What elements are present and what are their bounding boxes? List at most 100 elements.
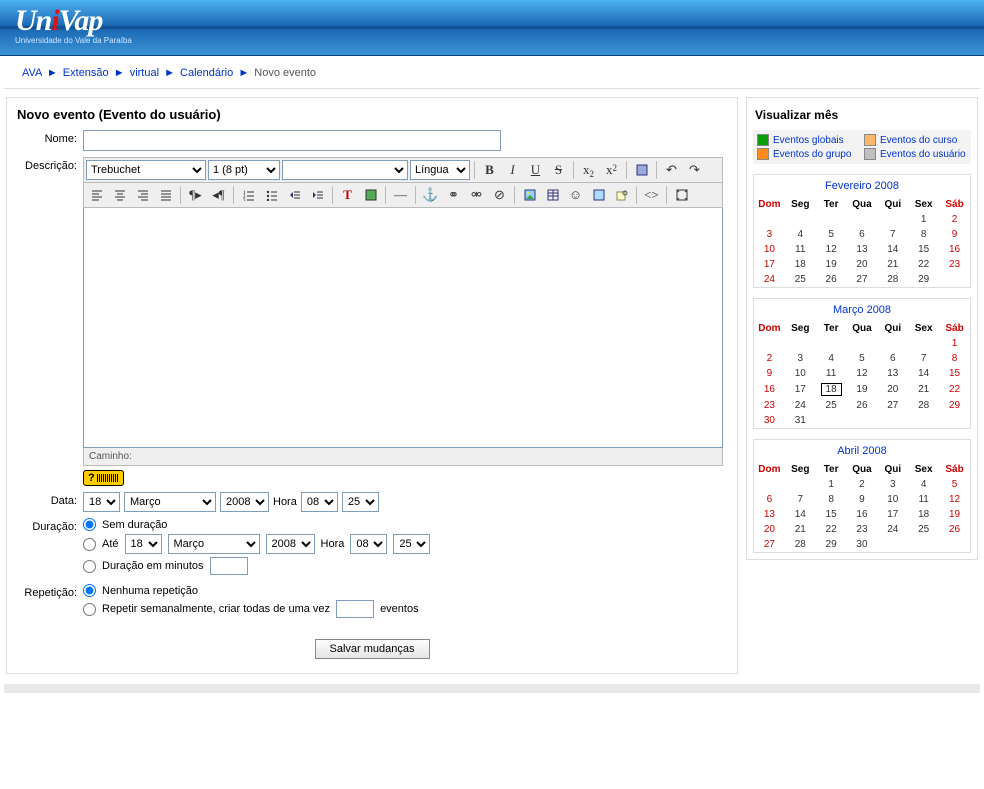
calendar-day[interactable]: 25: [816, 398, 847, 413]
calendar-day[interactable]: 20: [754, 522, 785, 537]
link-icon[interactable]: ⚭: [443, 185, 464, 205]
hr-icon[interactable]: ―: [390, 185, 411, 205]
calendar-day[interactable]: 26: [816, 272, 847, 287]
calendar-day[interactable]: 7: [785, 492, 816, 507]
fullscreen-icon[interactable]: [671, 185, 692, 205]
calendar-day[interactable]: 5: [939, 477, 970, 492]
calendar-day[interactable]: 24: [754, 272, 785, 287]
calendar-day[interactable]: 1: [816, 477, 847, 492]
calendar-day[interactable]: 28: [785, 537, 816, 552]
calendar-day[interactable]: 5: [816, 227, 847, 242]
calendar-day[interactable]: 19: [847, 381, 878, 398]
calendar-title-link[interactable]: Abril 2008: [837, 445, 887, 457]
calendar-day[interactable]: 26: [939, 522, 970, 537]
calendar-day[interactable]: 5: [847, 351, 878, 366]
rtl-icon[interactable]: ◂¶: [208, 185, 229, 205]
smiley-icon[interactable]: ☺: [565, 185, 586, 205]
editor-textarea[interactable]: [83, 208, 723, 448]
calendar-day[interactable]: 6: [877, 351, 908, 366]
end-year-select[interactable]: 2008: [266, 534, 315, 554]
unlink-icon[interactable]: ⚮: [466, 185, 487, 205]
calendar-day[interactable]: 2: [754, 351, 785, 366]
calendar-day[interactable]: 4: [816, 351, 847, 366]
calendar-day[interactable]: 1: [939, 336, 970, 351]
calendar-day[interactable]: 2: [847, 477, 878, 492]
calendar-day[interactable]: 9: [847, 492, 878, 507]
calendar-day[interactable]: 21: [908, 381, 939, 398]
breadcrumb-link[interactable]: Calendário: [180, 67, 233, 79]
month-select[interactable]: Março: [124, 492, 216, 512]
no-duration-radio[interactable]: [83, 518, 96, 531]
calendar-day[interactable]: 25: [908, 522, 939, 537]
no-repeat-radio[interactable]: [83, 584, 96, 597]
calendar-title-link[interactable]: Março 2008: [833, 304, 891, 316]
calendar-day[interactable]: 25: [785, 272, 816, 287]
breadcrumb-link[interactable]: Extensão: [63, 67, 109, 79]
ltr-icon[interactable]: ¶▸: [185, 185, 206, 205]
calendar-day[interactable]: 19: [939, 507, 970, 522]
calendar-day[interactable]: 10: [877, 492, 908, 507]
minutes-input[interactable]: [210, 557, 248, 575]
align-right-icon[interactable]: [132, 185, 153, 205]
calendar-day[interactable]: 14: [877, 242, 908, 257]
superscript-icon[interactable]: x2: [601, 160, 622, 180]
clean-icon[interactable]: [631, 160, 652, 180]
outdent-icon[interactable]: [284, 185, 305, 205]
align-left-icon[interactable]: [86, 185, 107, 205]
lang-select[interactable]: Língua: [410, 160, 470, 180]
repeat-count-input[interactable]: [336, 600, 374, 618]
calendar-day[interactable]: 27: [754, 537, 785, 552]
calendar-day[interactable]: 13: [877, 366, 908, 381]
calendar-day[interactable]: 11: [785, 242, 816, 257]
legend-course[interactable]: Eventos do curso: [864, 134, 967, 146]
underline-icon[interactable]: U: [525, 160, 546, 180]
calendar-day[interactable]: 24: [785, 398, 816, 413]
help-badge[interactable]: ?: [83, 470, 124, 486]
calendar-day[interactable]: 3: [785, 351, 816, 366]
nolink-icon[interactable]: ⊘: [489, 185, 510, 205]
calendar-day[interactable]: 7: [877, 227, 908, 242]
calendar-day[interactable]: 1: [908, 212, 939, 227]
align-justify-icon[interactable]: [155, 185, 176, 205]
indent-icon[interactable]: [307, 185, 328, 205]
calendar-day[interactable]: 27: [877, 398, 908, 413]
size-select[interactable]: 1 (8 pt): [208, 160, 280, 180]
legend-group[interactable]: Eventos do grupo: [757, 148, 860, 160]
font-color-icon[interactable]: T: [337, 185, 358, 205]
calendar-day[interactable]: 16: [754, 381, 785, 398]
calendar-day[interactable]: 2: [939, 212, 970, 227]
breadcrumb-link[interactable]: virtual: [130, 67, 159, 79]
calendar-day[interactable]: 8: [816, 492, 847, 507]
search-icon[interactable]: [611, 185, 632, 205]
calendar-day[interactable]: 29: [939, 398, 970, 413]
calendar-day[interactable]: 6: [847, 227, 878, 242]
calendar-day[interactable]: 6: [754, 492, 785, 507]
calendar-day[interactable]: 16: [847, 507, 878, 522]
minutes-radio[interactable]: [83, 560, 96, 573]
calendar-day[interactable]: 30: [847, 537, 878, 552]
font-select[interactable]: Trebuchet: [86, 160, 206, 180]
calendar-day[interactable]: 23: [847, 522, 878, 537]
weekly-repeat-radio[interactable]: [83, 603, 96, 616]
calendar-day[interactable]: 12: [939, 492, 970, 507]
undo-icon[interactable]: ↶: [661, 160, 682, 180]
calendar-day[interactable]: 21: [785, 522, 816, 537]
align-center-icon[interactable]: [109, 185, 130, 205]
redo-icon[interactable]: ↷: [684, 160, 705, 180]
breadcrumb-link[interactable]: AVA: [22, 67, 42, 79]
table-icon[interactable]: [542, 185, 563, 205]
calendar-day[interactable]: 14: [908, 366, 939, 381]
hour-select[interactable]: 08: [301, 492, 338, 512]
legend-user[interactable]: Eventos do usuário: [864, 148, 967, 160]
calendar-day[interactable]: 28: [877, 272, 908, 287]
day-select[interactable]: 18: [83, 492, 120, 512]
end-month-select[interactable]: Março: [168, 534, 260, 554]
calendar-day[interactable]: 18: [785, 257, 816, 272]
calendar-day[interactable]: 12: [816, 242, 847, 257]
calendar-day[interactable]: 29: [908, 272, 939, 287]
calendar-day[interactable]: 23: [939, 257, 970, 272]
calendar-day[interactable]: 18: [908, 507, 939, 522]
image-icon[interactable]: [519, 185, 540, 205]
legend-global[interactable]: Eventos globais: [757, 134, 860, 146]
calendar-day[interactable]: 21: [877, 257, 908, 272]
